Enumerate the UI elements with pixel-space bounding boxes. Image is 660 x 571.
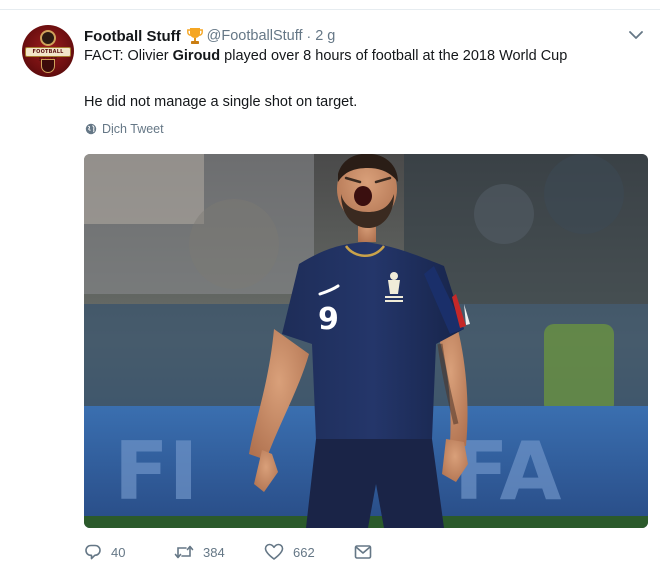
retweet-button[interactable]: 384	[174, 540, 264, 564]
avatar-shield-graphic	[41, 59, 55, 73]
jersey-number: 9	[318, 302, 339, 337]
reply-icon	[85, 544, 101, 560]
tweet-text-fact: FACT: Olivier	[84, 48, 173, 64]
svg-text:FA: FA	[454, 425, 561, 518]
heart-icon	[264, 543, 284, 560]
like-count: 662	[293, 544, 315, 560]
author-name[interactable]: Football Stuff	[84, 28, 181, 45]
globe-icon	[85, 123, 97, 135]
tweet-text-rest: played over 8 hours of football at the 2…	[220, 48, 568, 64]
reply-button[interactable]: 40	[84, 540, 174, 564]
tweet-timestamp[interactable]: 2 g	[315, 28, 335, 44]
tweet-text-line2: He did not manage a single shot on targe…	[84, 94, 358, 110]
avatar[interactable]: FOOTBALL STUFF	[22, 25, 74, 77]
tweet-text-bold-name: Giroud	[172, 48, 221, 64]
author-handle[interactable]: @FootballStuff	[207, 28, 303, 44]
trophy-icon	[186, 27, 203, 45]
retweet-count: 384	[203, 544, 225, 560]
avatar-logo-text: FOOTBALL STUFF	[25, 47, 71, 63]
envelope-icon	[354, 545, 372, 559]
like-button[interactable]: 662	[264, 540, 354, 564]
translate-label: Dịch Tweet	[102, 122, 164, 136]
timeline-divider	[0, 0, 660, 10]
svg-text:FI: FI	[114, 425, 198, 518]
retweet-icon	[174, 545, 194, 559]
separator-dot: ·	[306, 28, 312, 44]
reply-count: 40	[111, 544, 126, 560]
avatar-ball-graphic	[40, 30, 56, 46]
tweet-actions: 40 384 662	[84, 540, 372, 564]
tweet-photo[interactable]: FI FA 9	[84, 154, 648, 528]
chevron-down-icon[interactable]	[628, 28, 644, 42]
tweet[interactable]: FOOTBALL STUFF Football Stuff @FootballS…	[0, 10, 660, 571]
direct-message-button[interactable]	[354, 540, 372, 564]
tweet-header: Football Stuff @FootballStuff · 2 g	[84, 26, 335, 46]
tweet-text-line1: FACT: Olivier Giroud played over 8 hours…	[84, 46, 644, 66]
translate-tweet-link[interactable]: Dịch Tweet	[85, 122, 164, 136]
